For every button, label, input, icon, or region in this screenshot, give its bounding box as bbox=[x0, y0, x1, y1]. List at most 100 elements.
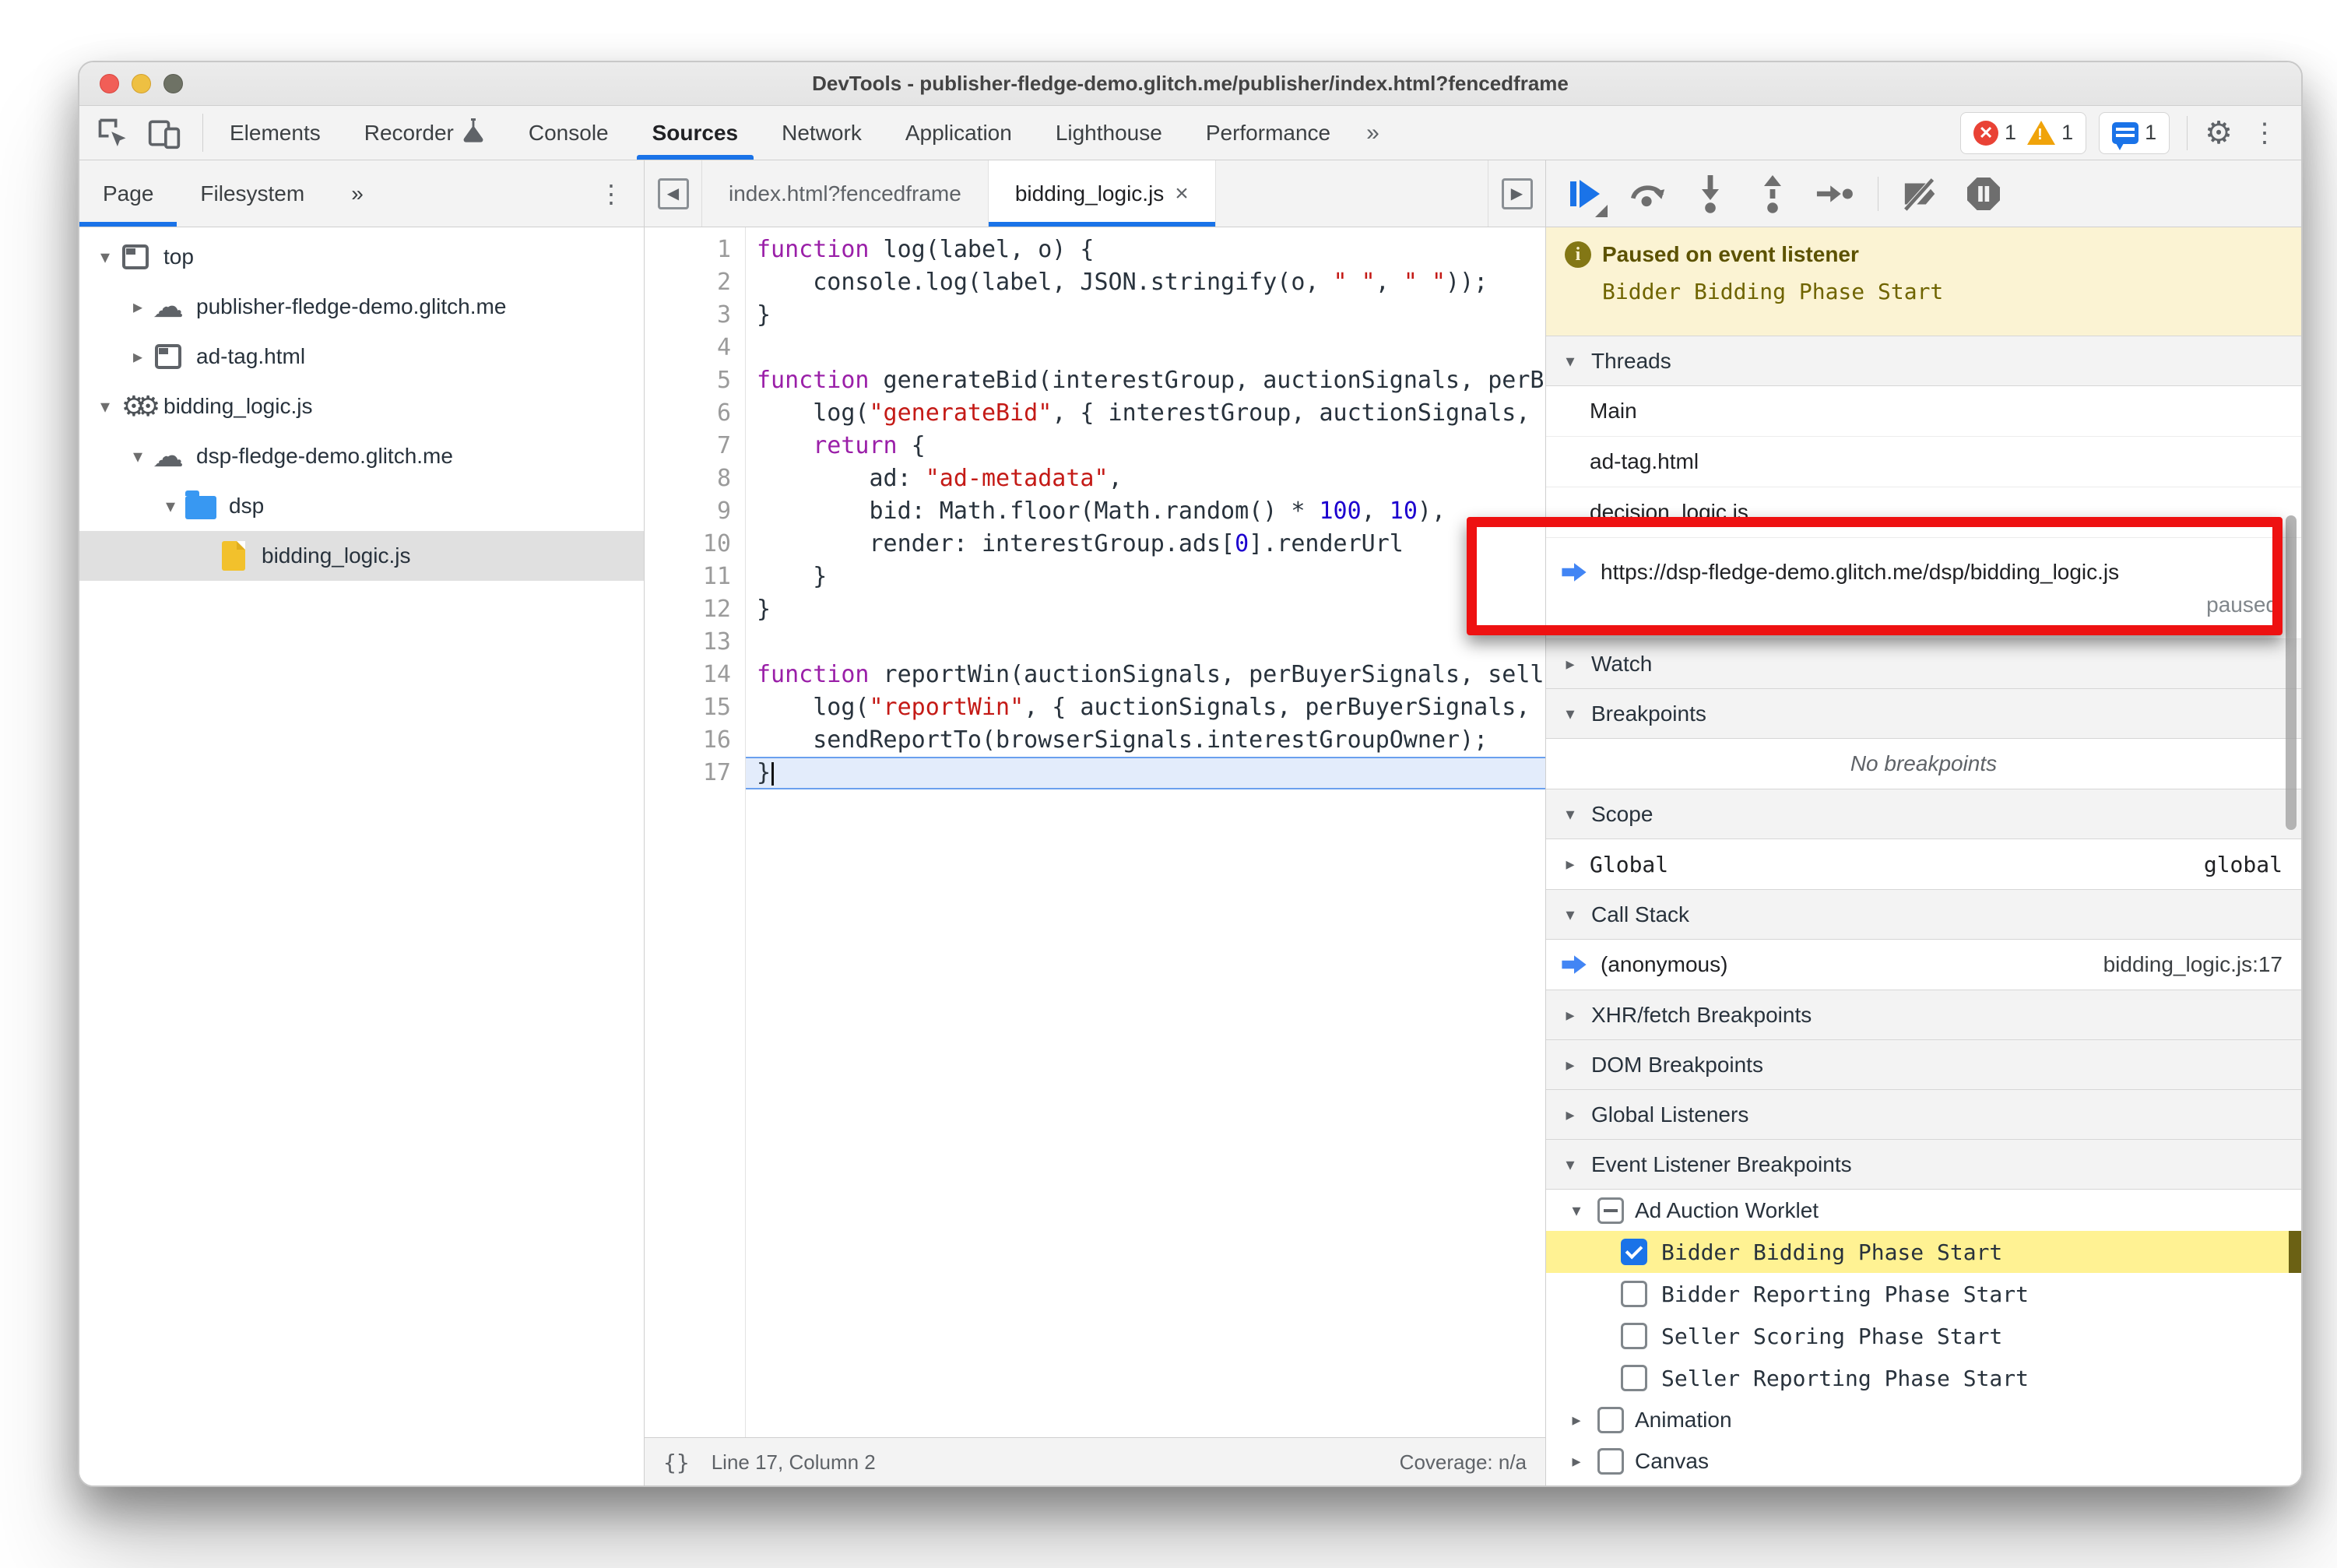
thread-item-paused[interactable]: https://dsp-fledge-demo.glitch.me/dsp/bi… bbox=[1546, 538, 2301, 639]
code-line-12[interactable]: } bbox=[746, 593, 1545, 626]
navigator-kebab-icon[interactable]: ⋮ bbox=[578, 160, 644, 227]
unchecked-checkbox[interactable] bbox=[1597, 1406, 1624, 1433]
open-file-nav-icon[interactable]: ▶ bbox=[1488, 160, 1545, 227]
resume-script-button[interactable] bbox=[1566, 174, 1608, 217]
elb-group-animation[interactable]: ▸ Animation bbox=[1546, 1399, 2301, 1440]
line-number[interactable]: 7 bbox=[645, 430, 745, 462]
section-dom-breakpoints[interactable]: ▸ DOM Breakpoints bbox=[1546, 1039, 2301, 1090]
elb-group-ad-auction-worklet[interactable]: ▾ Ad Auction Worklet bbox=[1546, 1190, 2301, 1231]
more-navigator-tabs-button[interactable]: » bbox=[328, 160, 387, 227]
section-call-stack[interactable]: ▾ Call Stack bbox=[1546, 889, 2301, 940]
code-line-16[interactable]: sendReportTo(browserSignals.interestGrou… bbox=[746, 724, 1545, 757]
step-button[interactable] bbox=[1815, 174, 1854, 213]
section-watch[interactable]: ▸ Watch bbox=[1546, 638, 2301, 689]
code-line-7[interactable]: return { bbox=[746, 430, 1545, 462]
line-number[interactable]: 13 bbox=[645, 626, 745, 659]
section-scope[interactable]: ▾ Scope bbox=[1546, 789, 2301, 839]
unchecked-checkbox[interactable] bbox=[1621, 1323, 1647, 1349]
step-over-button[interactable] bbox=[1629, 174, 1668, 213]
line-number[interactable]: 15 bbox=[645, 691, 745, 724]
step-into-button[interactable] bbox=[1691, 174, 1730, 213]
code-lines[interactable]: function log(label, o) { console.log(lab… bbox=[746, 227, 1545, 1437]
unchecked-checkbox[interactable] bbox=[1621, 1365, 1647, 1391]
line-number[interactable]: 5 bbox=[645, 364, 745, 397]
line-number[interactable]: 2 bbox=[645, 266, 745, 299]
tab-network[interactable]: Network bbox=[760, 106, 884, 160]
elb-item-bidder-bidding-phase-start[interactable]: Bidder Bidding Phase Start bbox=[1546, 1231, 2301, 1273]
deactivate-breakpoints-button[interactable] bbox=[1902, 174, 1941, 213]
indeterminate-checkbox[interactable] bbox=[1597, 1197, 1624, 1224]
inspect-element-icon[interactable] bbox=[90, 113, 135, 153]
code-line-9[interactable]: bid: Math.floor(Math.random() * 100, 10)… bbox=[746, 495, 1545, 528]
tab-page[interactable]: Page bbox=[79, 160, 177, 227]
line-number[interactable]: 11 bbox=[645, 561, 745, 593]
line-number[interactable]: 12 bbox=[645, 593, 745, 626]
issues-badge[interactable]: 1 bbox=[2099, 111, 2170, 154]
code-line-6[interactable]: log("generateBid", { interestGroup, auct… bbox=[746, 397, 1545, 430]
thread-item-ad-tag-html[interactable]: ad-tag.html bbox=[1546, 437, 2301, 487]
tab-recorder[interactable]: Recorder bbox=[343, 106, 507, 160]
line-number[interactable]: 17 bbox=[645, 757, 745, 789]
device-toolbar-icon[interactable] bbox=[142, 113, 187, 153]
elb-item-bidder-reporting-phase-start[interactable]: Bidder Reporting Phase Start bbox=[1546, 1273, 2301, 1315]
pause-on-exceptions-button[interactable] bbox=[1964, 174, 2003, 213]
tab-filesystem[interactable]: Filesystem bbox=[177, 160, 328, 227]
elb-item-seller-reporting-phase-start[interactable]: Seller Reporting Phase Start bbox=[1546, 1357, 2301, 1399]
unchecked-checkbox[interactable] bbox=[1621, 1281, 1647, 1307]
elb-group-canvas[interactable]: ▸ Canvas bbox=[1546, 1440, 2301, 1482]
line-number[interactable]: 8 bbox=[645, 462, 745, 495]
editor-tab-index[interactable]: index.html?fencedframe bbox=[702, 160, 989, 227]
tree-item-top[interactable]: ▾ top bbox=[79, 232, 644, 282]
editor-tab-bidding-logic[interactable]: bidding_logic.js × bbox=[988, 160, 1216, 227]
close-tab-icon[interactable]: × bbox=[1175, 181, 1189, 207]
unchecked-checkbox[interactable] bbox=[1597, 1447, 1624, 1475]
collapse-icon[interactable]: ▾ bbox=[1566, 1201, 1587, 1221]
code-line-5[interactable]: function generateBid(interestGroup, auct… bbox=[746, 364, 1545, 397]
tree-item-publisher-fledge-demo-glitch-me[interactable]: ▸ ☁ publisher-fledge-demo.glitch.me bbox=[79, 282, 644, 332]
line-number[interactable]: 6 bbox=[645, 397, 745, 430]
line-number[interactable]: 3 bbox=[645, 299, 745, 332]
tab-console[interactable]: Console bbox=[507, 106, 631, 160]
collapse-icon[interactable]: ▾ bbox=[125, 445, 151, 468]
code-line-15[interactable]: log("reportWin", { auctionSignals, perBu… bbox=[746, 691, 1545, 724]
expand-icon[interactable]: ▸ bbox=[1566, 1410, 1587, 1430]
line-number-gutter[interactable]: 1 2 3 4 5 6 7 8 9 10 11 12 13 14 15 16 17 bbox=[645, 227, 746, 1437]
section-global-listeners[interactable]: ▸ Global Listeners bbox=[1546, 1089, 2301, 1140]
expand-icon[interactable]: ▸ bbox=[1566, 1451, 1587, 1471]
code-line-17[interactable]: } bbox=[746, 757, 1545, 789]
section-breakpoints[interactable]: ▾ Breakpoints bbox=[1546, 688, 2301, 739]
section-event-listener-breakpoints[interactable]: ▾ Event Listener Breakpoints bbox=[1546, 1139, 2301, 1190]
tree-item-bidding-logic-js[interactable]: ▾ ⚙⚙ bidding_logic.js bbox=[79, 381, 644, 431]
errors-warnings-badge[interactable]: ✕ 1 ! 1 bbox=[1960, 111, 2087, 154]
sidebar-scrollbar-thumb[interactable] bbox=[2286, 515, 2297, 830]
more-panels-button[interactable]: » bbox=[1352, 106, 1393, 160]
code-line-10[interactable]: render: interestGroup.ads[0].renderUrl bbox=[746, 528, 1545, 561]
line-number[interactable]: 9 bbox=[645, 495, 745, 528]
line-number[interactable]: 4 bbox=[645, 332, 745, 364]
line-number[interactable]: 10 bbox=[645, 528, 745, 561]
collapse-icon[interactable]: ▾ bbox=[157, 495, 184, 518]
tree-item-bidding-logic-js[interactable]: bidding_logic.js bbox=[79, 531, 644, 581]
tab-sources[interactable]: Sources bbox=[631, 106, 761, 160]
checked-checkbox[interactable] bbox=[1621, 1239, 1647, 1265]
toggle-navigator-icon[interactable]: ◀ bbox=[645, 160, 702, 227]
line-number[interactable]: 1 bbox=[645, 234, 745, 266]
thread-item-main[interactable]: Main bbox=[1546, 386, 2301, 437]
collapse-icon[interactable]: ▾ bbox=[92, 246, 118, 269]
code-line-8[interactable]: ad: "ad-metadata", bbox=[746, 462, 1545, 495]
main-menu-kebab-icon[interactable]: ⋮ bbox=[2245, 118, 2284, 149]
tab-elements[interactable]: Elements bbox=[208, 106, 343, 160]
tab-performance[interactable]: Performance bbox=[1184, 106, 1352, 160]
code-editor[interactable]: 1 2 3 4 5 6 7 8 9 10 11 12 13 14 15 16 17 function log(l… bbox=[645, 227, 1545, 1437]
code-line-13[interactable] bbox=[746, 626, 1545, 659]
tree-item-dsp-fledge-demo-glitch-me[interactable]: ▾ ☁ dsp-fledge-demo.glitch.me bbox=[79, 431, 644, 481]
settings-gear-icon[interactable]: ⚙ bbox=[2205, 115, 2233, 151]
code-line-11[interactable]: } bbox=[746, 561, 1545, 593]
section-threads[interactable]: ▾ Threads bbox=[1546, 336, 2301, 386]
section-xhr-breakpoints[interactable]: ▸ XHR/fetch Breakpoints bbox=[1546, 990, 2301, 1040]
pretty-print-icon[interactable]: {} bbox=[663, 1450, 690, 1475]
thread-item-decision-logic-js[interactable]: decision_logic.js bbox=[1546, 487, 2301, 538]
code-line-14[interactable]: function reportWin(auctionSignals, perBu… bbox=[746, 659, 1545, 691]
code-line-1[interactable]: function log(label, o) { bbox=[746, 234, 1545, 266]
call-stack-frame[interactable]: (anonymous) bidding_logic.js:17 bbox=[1546, 940, 2301, 990]
